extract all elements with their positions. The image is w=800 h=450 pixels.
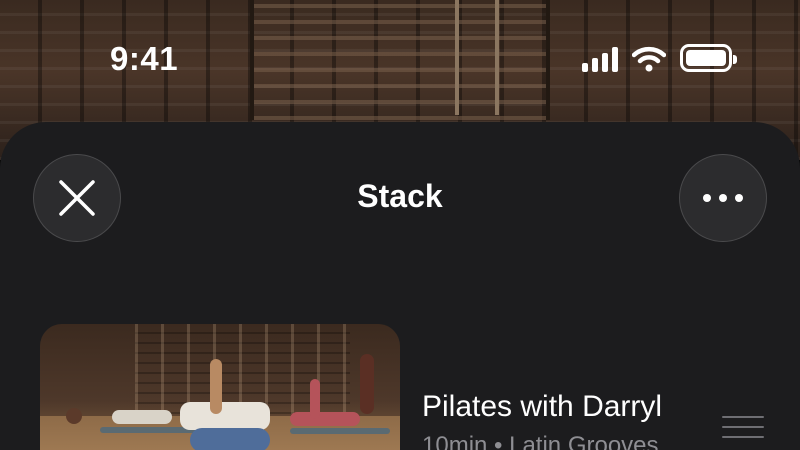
battery-level-fill xyxy=(686,50,726,66)
medicine-ball xyxy=(66,408,82,424)
instructor-leg xyxy=(210,359,222,414)
more-icon xyxy=(703,194,743,202)
instructor-figure xyxy=(290,412,360,426)
stack-sheet: Stack Pilates with Darryl 10min • Latin … xyxy=(0,122,800,450)
workout-title: Pilates with Darryl xyxy=(422,390,663,423)
wifi-icon xyxy=(632,46,666,72)
workout-subtitle: 10min • Latin Grooves xyxy=(422,432,659,450)
status-time: 9:41 xyxy=(110,40,179,77)
drag-handle-icon[interactable] xyxy=(722,416,764,446)
workout-list-item[interactable]: Pilates with Darryl 10min • Latin Groove… xyxy=(40,324,780,450)
more-options-button[interactable] xyxy=(679,154,767,242)
instructor-figure xyxy=(112,410,172,424)
instructor-figure xyxy=(180,402,270,430)
cellular-signal-icon xyxy=(582,46,618,72)
workout-thumbnail xyxy=(40,324,400,450)
status-bar: 9:41 xyxy=(0,0,800,120)
app-screen: 9:41 Stack Pilates with Darryl 10min • L… xyxy=(0,0,800,450)
battery-icon xyxy=(680,44,737,72)
yoga-mat xyxy=(290,428,390,434)
status-icons xyxy=(582,44,737,72)
instructor-leg xyxy=(310,379,320,419)
instructor-figure xyxy=(190,428,270,450)
punching-bag xyxy=(360,354,374,414)
